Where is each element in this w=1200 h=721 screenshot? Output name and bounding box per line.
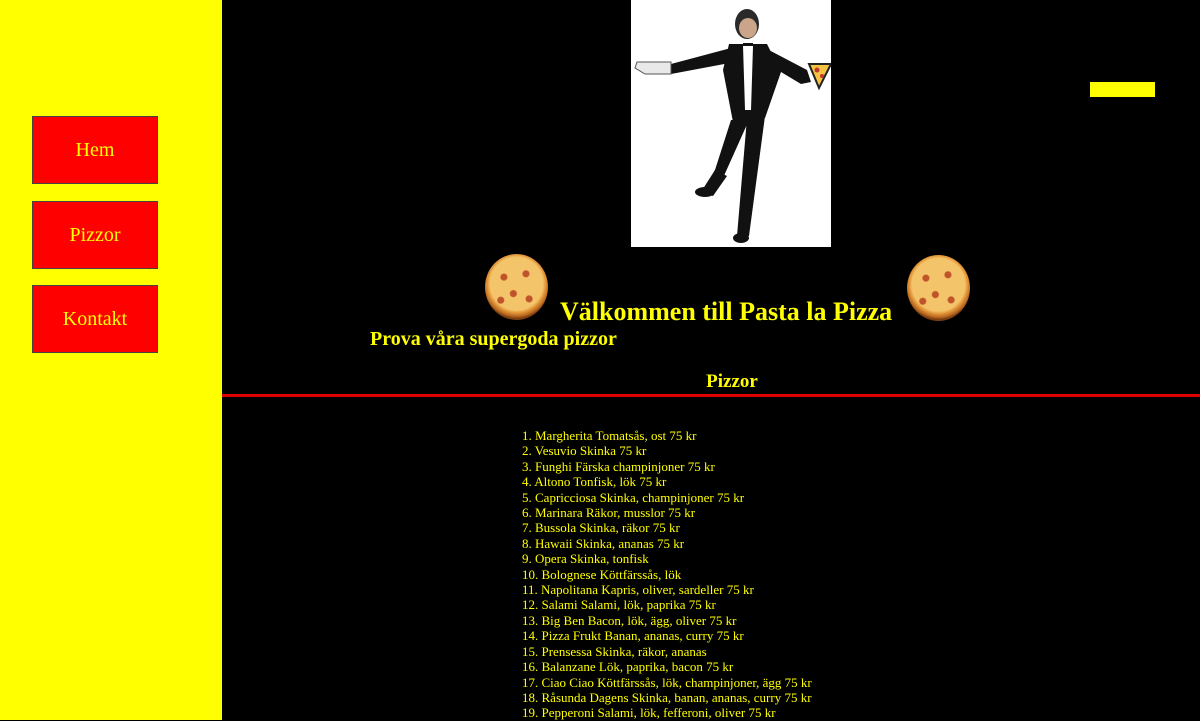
list-item: 5. Capricciosa Skinka, champinjoner 75 k… xyxy=(522,489,745,505)
divider-line xyxy=(222,394,1200,397)
list-item: 16. Balanzane Lök, paprika, bacon 75 kr xyxy=(522,659,734,675)
list-item: 2. Vesuvio Skinka 75 kr xyxy=(522,443,647,459)
list-item: 18. Råsunda Dagens Skinka, banan, ananas… xyxy=(522,689,812,705)
pizza-icon-right xyxy=(907,255,970,321)
list-item: 13. Big Ben Bacon, lök, ägg, oliver 75 k… xyxy=(522,612,737,628)
list-item: 14. Pizza Frukt Banan, ananas, curry 75 … xyxy=(522,628,744,644)
list-item: 19. Pepperoni Salami, lök, fefferoni, ol… xyxy=(522,705,776,721)
list-item: 3. Funghi Färska champinjoner 75 kr xyxy=(522,458,715,474)
pizza-icon-left xyxy=(485,254,548,320)
nav-home-button[interactable]: Hem xyxy=(32,116,158,184)
list-item: 7. Bussola Skinka, räkor 75 kr xyxy=(522,520,680,536)
list-item: 11. Napolitana Kapris, oliver, sardeller… xyxy=(522,582,754,598)
list-item: 1. Margherita Tomatsås, ost 75 kr xyxy=(522,428,697,443)
page-title: Välkommen till Pasta la Pizza xyxy=(560,297,893,326)
list-item: 6. Marinara Räkor, musslor 75 kr xyxy=(522,505,696,521)
yellow-banner-bar xyxy=(1090,82,1155,97)
nav-pizzor-button[interactable]: Pizzor xyxy=(32,201,158,269)
page-subtitle: Prova våra supergoda pizzor xyxy=(370,328,617,350)
section-title-pizzor: Pizzor xyxy=(706,371,758,392)
list-item: 8. Hawaii Skinka, ananas 75 kr xyxy=(522,535,685,551)
main-content: Välkommen till Pasta la Pizza Prova våra… xyxy=(222,0,1200,720)
list-item: 17. Ciao Ciao Köttfärssås, lök, champinj… xyxy=(522,674,812,690)
list-item: 12. Salami Salami, lök, paprika 75 kr xyxy=(522,597,716,613)
pizza-menu-list: 1. Margherita Tomatsås, ost 75 kr 2. Ves… xyxy=(522,428,812,721)
list-item: 10. Bolognese Köttfärssås, lök xyxy=(522,566,682,582)
hero-image-dancing-man xyxy=(631,0,831,247)
list-item: 9. Opera Skinka, tonfisk xyxy=(522,551,649,567)
list-item: 4. Altono Tonfisk, lök 75 kr xyxy=(522,474,667,490)
nav-kontakt-button[interactable]: Kontakt xyxy=(32,285,158,353)
dancing-man-figure xyxy=(631,0,831,247)
list-item: 15. Prensessa Skinka, räkor, ananas xyxy=(522,643,707,659)
sidebar: Hem Pizzor Kontakt xyxy=(0,0,222,720)
